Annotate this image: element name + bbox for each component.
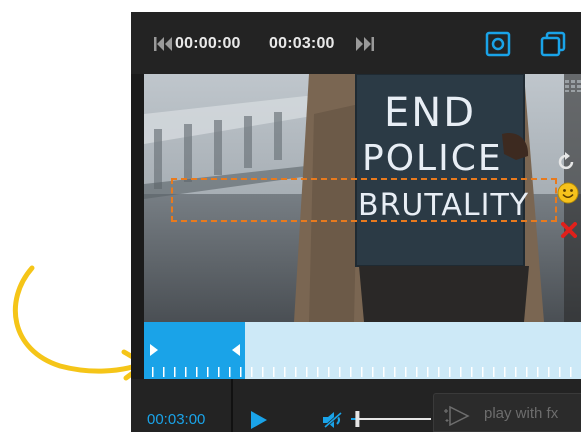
play-with-fx-button[interactable]: play with fx xyxy=(433,393,581,432)
timeline-tick xyxy=(350,367,352,377)
current-time: 00:03:00 xyxy=(147,411,206,428)
start-time: 00:00:00 xyxy=(175,35,241,52)
timeline-tick xyxy=(317,367,319,377)
volume-icon[interactable] xyxy=(322,411,344,429)
video-editor: 00:00:00 00:03:00 END POLICE BRUTALITY 0… xyxy=(131,12,581,432)
fx-play-icon xyxy=(444,405,470,426)
timeline-tick xyxy=(284,367,286,377)
timeline-tick xyxy=(372,367,374,377)
timeline-tick xyxy=(218,367,220,377)
range-end-handle[interactable] xyxy=(232,344,240,356)
timeline-tick xyxy=(295,367,297,377)
timeline-tick xyxy=(559,367,561,377)
timeline-tick xyxy=(174,367,176,377)
timeline-tick xyxy=(273,367,275,377)
sign-text-line-2: POLICE xyxy=(362,138,503,179)
timeline-tick xyxy=(207,367,209,377)
divider xyxy=(231,379,233,432)
volume-slider[interactable] xyxy=(351,409,431,429)
timeline-tick xyxy=(306,367,308,377)
timeline-tick xyxy=(251,367,253,377)
timeline-tick xyxy=(460,367,462,377)
timeline-tick xyxy=(515,367,517,377)
video-preview[interactable]: END POLICE BRUTALITY xyxy=(144,74,581,322)
sign-text-line-1: END xyxy=(384,90,476,136)
timeline-tick xyxy=(526,367,528,377)
timeline-tick xyxy=(548,367,550,377)
timeline-tick xyxy=(405,367,407,377)
timeline-tick xyxy=(416,367,418,377)
timeline-tick xyxy=(240,367,242,377)
timeline-tick xyxy=(328,367,330,377)
end-time: 00:03:00 xyxy=(269,35,335,52)
timeline-tick xyxy=(152,367,154,377)
layers-icon[interactable] xyxy=(540,31,566,57)
close-icon[interactable] xyxy=(561,222,577,238)
timeline-tick xyxy=(427,367,429,377)
timeline-tick xyxy=(493,367,495,377)
timeline-tick xyxy=(196,367,198,377)
timeline-tick xyxy=(383,367,385,377)
timeline-track[interactable] xyxy=(144,322,581,379)
bottom-toolbar: 00:03:00 play with fx xyxy=(131,379,581,432)
timeline-tick xyxy=(394,367,396,377)
timeline-tick xyxy=(262,367,264,377)
timeline-tick xyxy=(449,367,451,377)
smiley-icon[interactable] xyxy=(557,182,579,204)
timeline-tick xyxy=(185,367,187,377)
timeline-tick xyxy=(339,367,341,377)
selection-box[interactable] xyxy=(171,178,557,222)
timeline-tick xyxy=(482,367,484,377)
skip-to-start-icon[interactable] xyxy=(153,34,173,54)
snapshot-icon[interactable] xyxy=(485,31,511,57)
grid-icon[interactable] xyxy=(565,80,581,92)
timeline-ticks xyxy=(152,367,572,377)
timeline-tick xyxy=(471,367,473,377)
range-start-handle[interactable] xyxy=(150,344,158,356)
timeline-tick xyxy=(438,367,440,377)
timeline-tick xyxy=(537,367,539,377)
play-icon[interactable] xyxy=(250,410,268,430)
rotate-icon[interactable] xyxy=(557,152,577,172)
skip-to-end-icon[interactable] xyxy=(355,34,375,54)
top-toolbar: 00:00:00 00:03:00 xyxy=(131,12,581,74)
timeline-tick xyxy=(361,367,363,377)
timeline-tick xyxy=(570,367,572,377)
timeline-tick xyxy=(504,367,506,377)
play-with-fx-label: play with fx xyxy=(484,405,559,422)
timeline-tick xyxy=(163,367,165,377)
timeline-tick xyxy=(229,367,231,377)
